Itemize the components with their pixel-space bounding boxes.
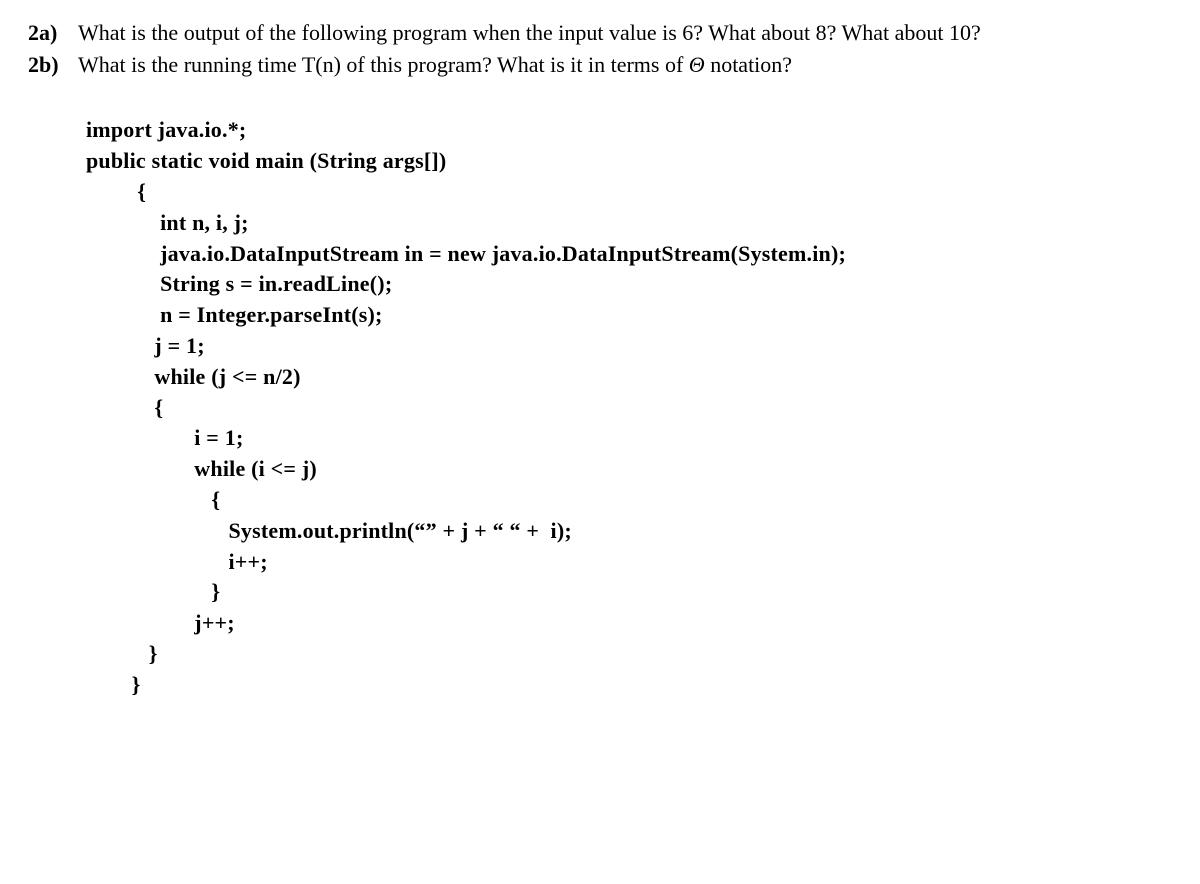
question-2b-text-part2: notation?: [705, 52, 792, 77]
question-2b-text-part1: What is the running time T(n) of this pr…: [78, 52, 689, 77]
question-2b: 2b) What is the running time T(n) of thi…: [28, 50, 1172, 80]
question-2a: 2a) What is the output of the following …: [28, 18, 1172, 48]
question-2a-label: 2a): [28, 18, 78, 48]
question-2b-text: What is the running time T(n) of this pr…: [78, 50, 1172, 80]
code-block: import java.io.*; public static void mai…: [86, 115, 1172, 700]
question-2a-text: What is the output of the following prog…: [78, 18, 1172, 48]
question-2b-label: 2b): [28, 50, 78, 80]
theta-symbol: Θ: [689, 52, 705, 77]
